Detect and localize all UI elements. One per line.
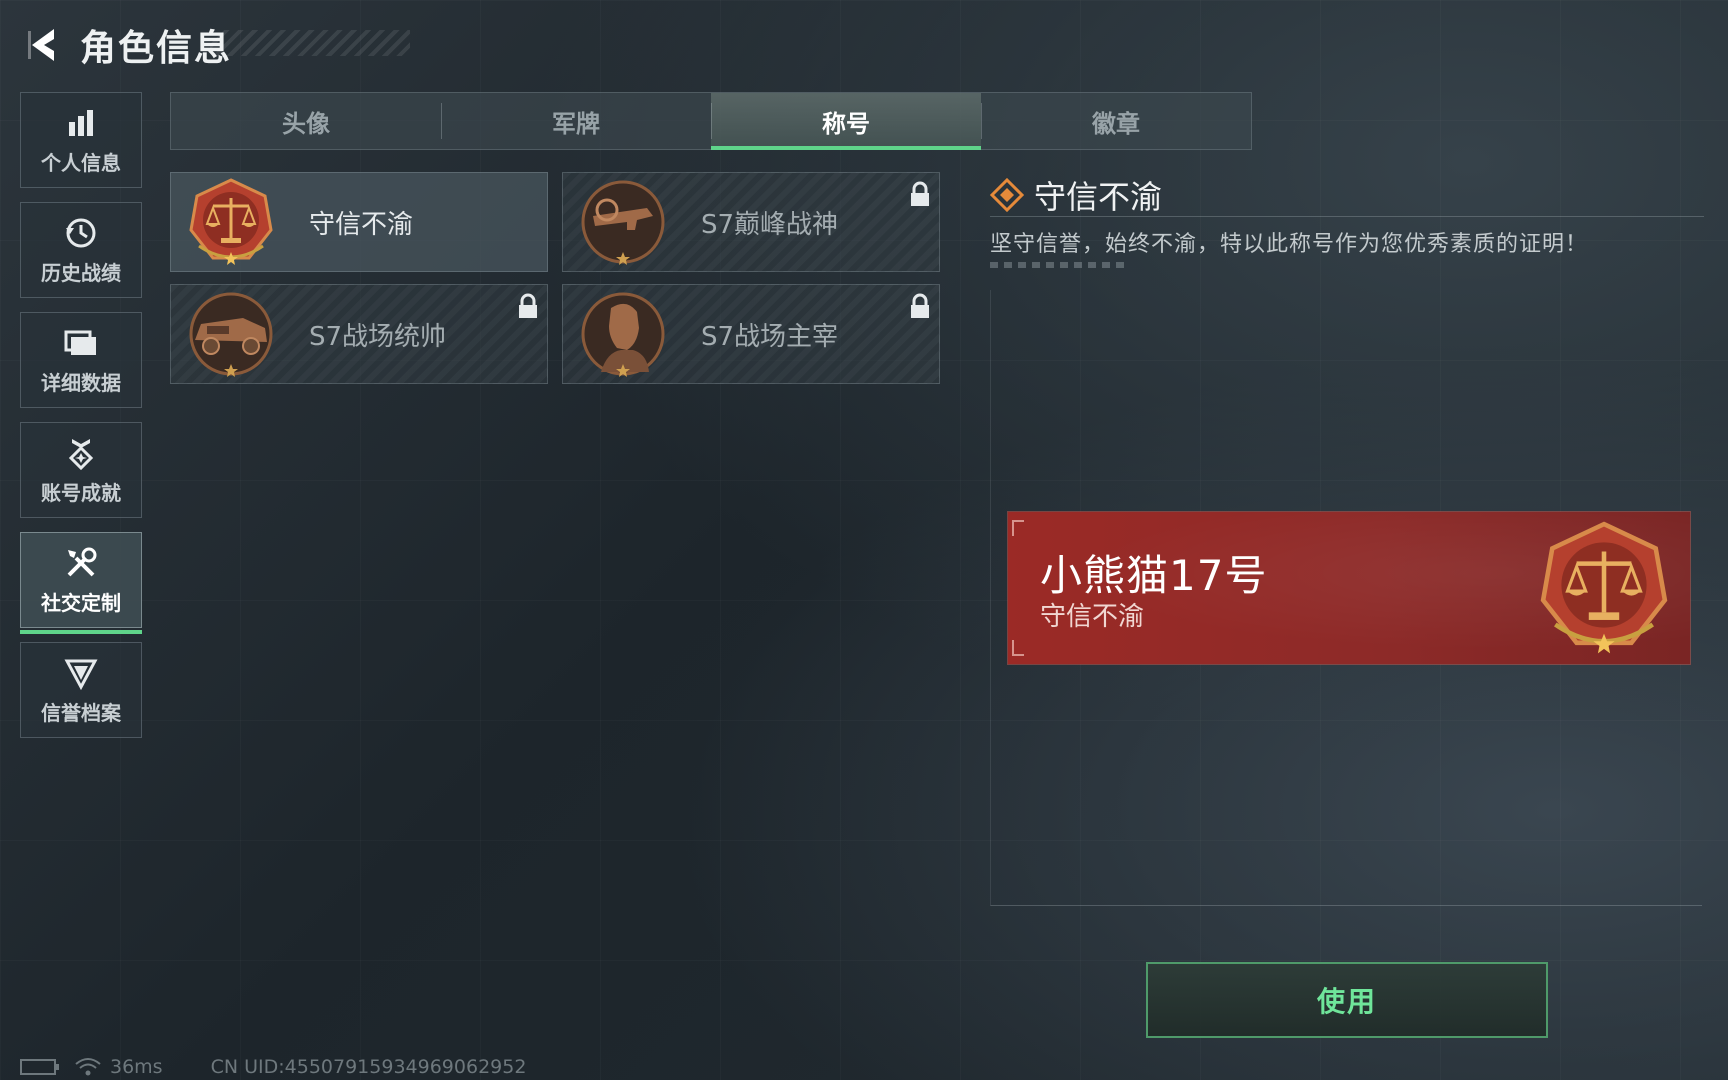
title-card-label: S7战场主宰	[701, 321, 839, 352]
sidebar-item-personal-info[interactable]: 个人信息	[20, 92, 142, 188]
status-bar: 36ms CN UID:4550791593496906295​2	[20, 1056, 526, 1078]
sidebar-item-detailed-data[interactable]: 详细数据	[20, 312, 142, 408]
back-button[interactable]	[20, 22, 66, 68]
reputation-icon	[61, 655, 101, 691]
sidebar-item-label: 账号成就	[41, 480, 121, 505]
detail-header: 守信不渝	[990, 172, 1162, 218]
bar-chart-icon	[61, 105, 101, 141]
title-card[interactable]: S7战场统帅	[170, 284, 548, 384]
sidebar-item-label: 详细数据	[41, 370, 121, 395]
tab-bar: 头像 军牌 称号 徽章	[170, 92, 1252, 150]
ping-text: 36ms	[110, 1056, 163, 1078]
sidebar-item-achievements[interactable]: 账号成就	[20, 422, 142, 518]
lock-icon	[911, 181, 929, 206]
sidebar-item-label: 历史战绩	[41, 260, 121, 285]
sidebar-item-history[interactable]: 历史战绩	[20, 202, 142, 298]
detail-title-name: 守信不渝	[1034, 178, 1163, 216]
nameplate-player-name: 小熊猫17号	[1040, 551, 1268, 600]
sidebar-item-label: 信誉档案	[41, 700, 121, 725]
diamond-icon	[990, 178, 1024, 212]
vehicle-medal-icon	[189, 292, 273, 377]
use-button-label: 使用	[1316, 985, 1377, 1018]
nameplate-title: 守信不渝	[1040, 602, 1145, 632]
uid-text: CN UID:4550791593496906295​2	[210, 1056, 527, 1078]
corner-mark	[1012, 640, 1024, 656]
corner-mark	[1012, 520, 1024, 536]
decoration-dots	[990, 262, 1126, 268]
title-card[interactable]: S7巅峰战神	[562, 172, 940, 272]
soldier-medal-icon	[581, 292, 665, 377]
lock-icon	[911, 293, 929, 318]
tab-badge[interactable]: 徽章	[981, 93, 1251, 149]
tab-dog-tag[interactable]: 军牌	[441, 93, 711, 149]
scales-medal-icon	[189, 178, 273, 265]
tab-avatar[interactable]: 头像	[171, 93, 441, 149]
title-card[interactable]: 守信不渝	[170, 172, 548, 272]
battery-icon	[20, 1059, 59, 1075]
achievement-icon	[61, 435, 101, 471]
divider	[990, 216, 1704, 217]
header: 角色信息	[20, 18, 232, 72]
sidebar: 个人信息 历史战绩 详细数据 账号成就 社交定制 信誉档案	[20, 92, 144, 752]
use-button[interactable]: 使用	[1146, 962, 1548, 1038]
folder-icon	[61, 325, 101, 361]
title-decoration	[210, 30, 410, 56]
title-card-label: S7战场统帅	[309, 321, 447, 352]
title-card-label: 守信不渝	[309, 209, 414, 240]
scales-medal-icon	[1540, 521, 1668, 654]
title-card-label: S7巅峰战神	[701, 209, 839, 240]
back-arrow-icon	[28, 29, 54, 61]
sidebar-item-social-customize[interactable]: 社交定制	[20, 532, 142, 634]
rifle-medal-icon	[581, 180, 665, 265]
tab-title[interactable]: 称号	[711, 93, 981, 150]
title-card[interactable]: S7战场主宰	[562, 284, 940, 384]
nameplate-preview: 小熊猫17号 守信不渝	[1008, 512, 1690, 664]
sidebar-item-reputation[interactable]: 信誉档案	[20, 642, 142, 738]
lock-icon	[519, 293, 537, 318]
wifi-icon	[75, 1058, 101, 1076]
sidebar-item-label: 社交定制	[41, 590, 121, 615]
tools-icon	[61, 545, 101, 581]
history-icon	[61, 215, 101, 251]
sidebar-item-label: 个人信息	[41, 150, 121, 175]
detail-description: 坚守信誉，始终不渝，特以此称号作为您优秀素质的证明！	[990, 232, 1589, 257]
